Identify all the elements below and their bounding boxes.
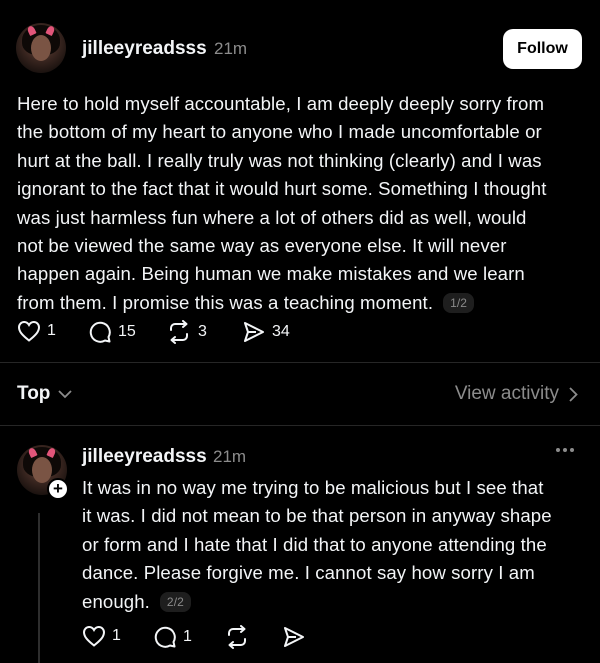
reply-body: It was in no way me trying to be malicio… [82, 474, 552, 616]
share-button[interactable] [282, 625, 306, 649]
sort-label: Top [17, 383, 51, 404]
like-button[interactable]: 1 [82, 625, 121, 647]
view-activity-label: View activity [454, 383, 559, 404]
repost-count: 3 [198, 323, 207, 340]
reply-count: 1 [183, 628, 192, 645]
post-time: 21m [214, 39, 248, 58]
post-time: 21m [213, 447, 247, 466]
like-button[interactable]: 1 [17, 320, 56, 342]
repost-icon [228, 625, 246, 649]
post-line: ignorant to the fact that it would hurt … [17, 178, 547, 200]
post-line: hurt at the ball. I really truly was not… [17, 149, 542, 171]
heart-icon [17, 320, 41, 342]
reply-count: 15 [118, 323, 136, 340]
post-line: not be viewed the same way as everyone e… [17, 235, 507, 257]
post-line: the bottom of my heart to anyone who I m… [17, 121, 542, 143]
post-line: It was in no way me trying to be malicio… [82, 477, 544, 498]
divider [0, 425, 600, 426]
share-button[interactable]: 34 [242, 320, 290, 344]
post-line: it was. I did not mean to be that person… [82, 505, 552, 527]
sort-dropdown[interactable]: Top [17, 383, 73, 405]
follow-button[interactable]: Follow [503, 29, 582, 69]
thread-pager: 1/2 [443, 292, 475, 313]
more-icon[interactable] [556, 448, 574, 452]
post-line: enough. [82, 590, 150, 612]
like-count: 1 [47, 322, 56, 339]
comment-icon [89, 321, 111, 343]
thread-pager: 2/2 [159, 591, 191, 612]
post-line: was just harmless fun where a lot of oth… [17, 206, 527, 228]
username[interactable]: jilleeyreadsss [82, 38, 207, 60]
share-count: 34 [272, 323, 290, 340]
repost-button[interactable] [224, 625, 250, 649]
share-icon [284, 627, 304, 647]
reply-button[interactable]: 1 [153, 625, 192, 649]
view-activity-link[interactable]: View activity [455, 383, 578, 405]
repost-icon [170, 320, 188, 344]
thread-line [38, 513, 40, 663]
comment-icon [154, 626, 176, 648]
plus-icon[interactable]: + [47, 478, 69, 500]
reply-button[interactable]: 15 [88, 320, 136, 344]
like-count: 1 [112, 627, 121, 644]
share-icon [244, 322, 264, 342]
chevron-down-icon [58, 389, 73, 398]
post-line: or form and I hate that I did that to an… [82, 533, 547, 555]
heart-icon [82, 625, 106, 647]
avatar[interactable] [16, 23, 66, 73]
post-line: Here to hold myself accountable, I am de… [17, 93, 545, 114]
post-line: happen again. Being human we make mistak… [17, 263, 525, 285]
chevron-right-icon [569, 386, 578, 402]
repost-button[interactable]: 3 [166, 320, 207, 344]
divider [0, 362, 600, 363]
post-line: from them. I promise this was a teaching… [17, 291, 434, 313]
post-line: dance. Please forgive me. I cannot say h… [82, 562, 535, 584]
post-body: Here to hold myself accountable, I am de… [17, 90, 547, 317]
username[interactable]: jilleeyreadsss [82, 446, 207, 468]
